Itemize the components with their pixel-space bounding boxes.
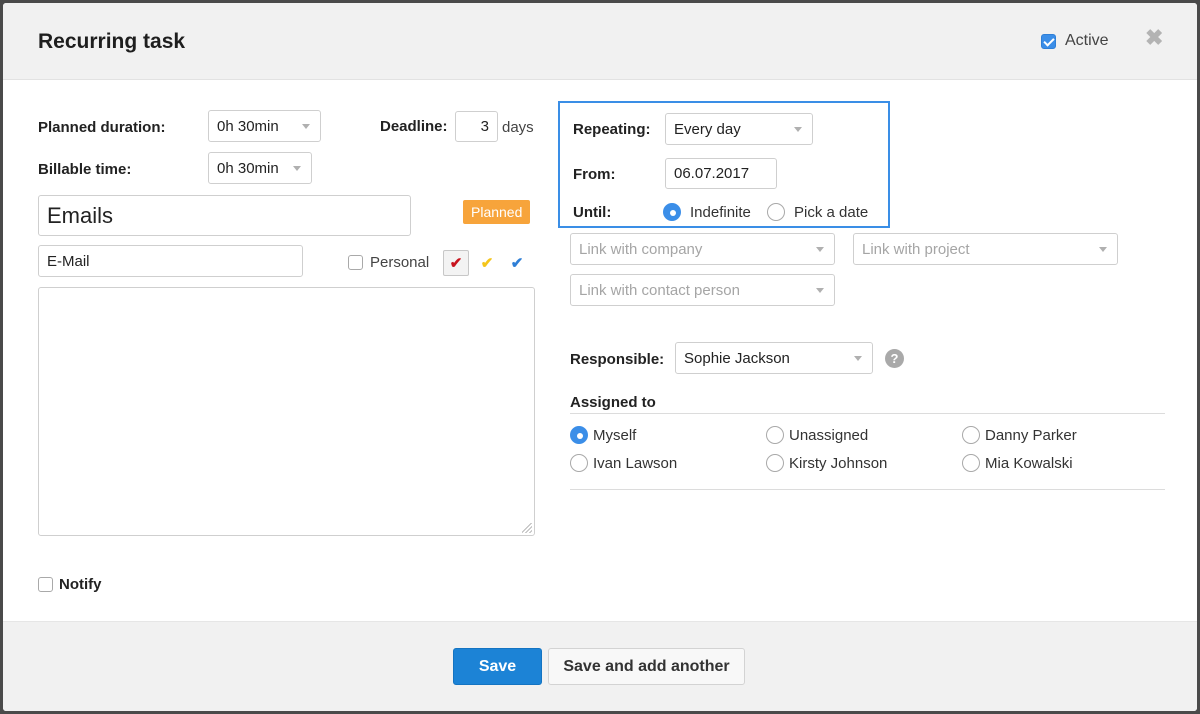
link-project-select[interactable]: Link with project [853, 233, 1118, 265]
chevron-down-icon [854, 356, 862, 361]
notify-checkbox[interactable] [38, 577, 53, 592]
chevron-down-icon [816, 288, 824, 293]
notify-label: Notify [59, 576, 102, 593]
assign-option-label: Mia Kowalski [985, 454, 1073, 472]
responsible-value: Sophie Jackson [684, 350, 790, 367]
dialog-footer: Save Save and add another [3, 621, 1197, 711]
personal-checkbox[interactable] [348, 255, 363, 270]
chevron-down-icon [794, 127, 802, 132]
assign-option-danny-parker[interactable]: Danny Parker [962, 426, 1077, 444]
link-project-placeholder: Link with project [862, 241, 970, 258]
task-type-input[interactable] [38, 245, 303, 277]
task-title-input[interactable] [38, 195, 411, 236]
deadline-label: Deadline: [380, 118, 448, 135]
assign-option-myself[interactable]: Myself [570, 426, 636, 444]
assign-option-label: Danny Parker [985, 426, 1077, 444]
assign-radio[interactable] [962, 454, 980, 472]
recurring-task-dialog: Recurring task Active ✖ Planned duration… [3, 3, 1197, 711]
planned-duration-value: 0h 30min [217, 118, 279, 135]
assign-radio[interactable] [570, 454, 588, 472]
billable-time-select[interactable]: 0h 30min [208, 152, 312, 184]
personal-label: Personal [370, 254, 430, 271]
until-pick-date-radio[interactable] [767, 203, 785, 221]
chevron-down-icon [1099, 247, 1107, 252]
assign-option-label: Ivan Lawson [593, 454, 678, 472]
assign-option-mia-kowalski[interactable]: Mia Kowalski [962, 454, 1073, 472]
repeating-value: Every day [674, 121, 741, 138]
assign-option-unassigned[interactable]: Unassigned [766, 426, 868, 444]
until-pick-date-option[interactable]: Pick a date [767, 203, 868, 221]
responsible-select[interactable]: Sophie Jackson [675, 342, 873, 374]
status-badge: Planned [463, 200, 531, 224]
from-label: From: [573, 166, 616, 183]
link-contact-placeholder: Link with contact person [579, 282, 740, 299]
responsible-label: Responsible: [570, 351, 665, 368]
notify-toggle[interactable]: Notify [38, 576, 102, 593]
dialog-header: Recurring task Active ✖ [3, 3, 1197, 80]
close-icon[interactable]: ✖ [1145, 25, 1163, 51]
until-pick-date-label: Pick a date [794, 203, 869, 221]
assign-radio[interactable] [766, 426, 784, 444]
planned-duration-select[interactable]: 0h 30min [208, 110, 321, 142]
active-toggle[interactable]: Active [1041, 32, 1109, 50]
divider [570, 413, 1165, 414]
billable-time-value: 0h 30min [217, 160, 279, 177]
assigned-to-heading: Assigned to [570, 394, 656, 411]
help-icon[interactable]: ? [885, 349, 904, 368]
assign-radio[interactable] [962, 426, 980, 444]
assign-option-label: Kirsty Johnson [789, 454, 888, 472]
assign-radio[interactable] [766, 454, 784, 472]
active-label: Active [1065, 32, 1109, 49]
priority-yellow-check-icon[interactable]: ✔ [474, 250, 500, 276]
link-company-select[interactable]: Link with company [570, 233, 835, 265]
repeating-select[interactable]: Every day [665, 113, 813, 145]
description-textarea[interactable] [38, 287, 535, 536]
until-indefinite-option[interactable]: Indefinite [663, 203, 751, 221]
dialog-title: Recurring task [38, 30, 186, 53]
billable-time-label: Billable time: [38, 161, 132, 178]
deadline-unit: days [502, 119, 534, 136]
chevron-down-icon [816, 247, 824, 252]
save-button[interactable]: Save [453, 648, 542, 685]
link-company-placeholder: Link with company [579, 241, 703, 258]
chevron-down-icon [293, 166, 301, 171]
priority-blue-check-icon[interactable]: ✔ [504, 250, 530, 276]
planned-duration-label: Planned duration: [38, 119, 166, 136]
until-label: Until: [573, 204, 612, 221]
resize-grip-icon[interactable] [522, 523, 532, 533]
from-date-input[interactable] [665, 158, 777, 189]
personal-toggle[interactable]: Personal [348, 254, 429, 271]
repeating-label: Repeating: [573, 121, 651, 138]
divider [570, 489, 1165, 490]
assign-option-label: Myself [593, 426, 637, 444]
save-and-add-another-button[interactable]: Save and add another [548, 648, 745, 685]
priority-red-check-icon[interactable]: ✔ [443, 250, 469, 276]
assign-option-ivan-lawson[interactable]: Ivan Lawson [570, 454, 677, 472]
link-contact-select[interactable]: Link with contact person [570, 274, 835, 306]
until-indefinite-radio[interactable] [663, 203, 681, 221]
active-checkbox[interactable] [1041, 33, 1056, 49]
deadline-input[interactable] [455, 111, 498, 142]
assign-option-label: Unassigned [789, 426, 869, 444]
description-area[interactable] [38, 287, 535, 536]
until-indefinite-label: Indefinite [690, 203, 751, 221]
chevron-down-icon [302, 124, 310, 129]
assign-radio[interactable] [570, 426, 588, 444]
assign-option-kirsty-johnson[interactable]: Kirsty Johnson [766, 454, 887, 472]
